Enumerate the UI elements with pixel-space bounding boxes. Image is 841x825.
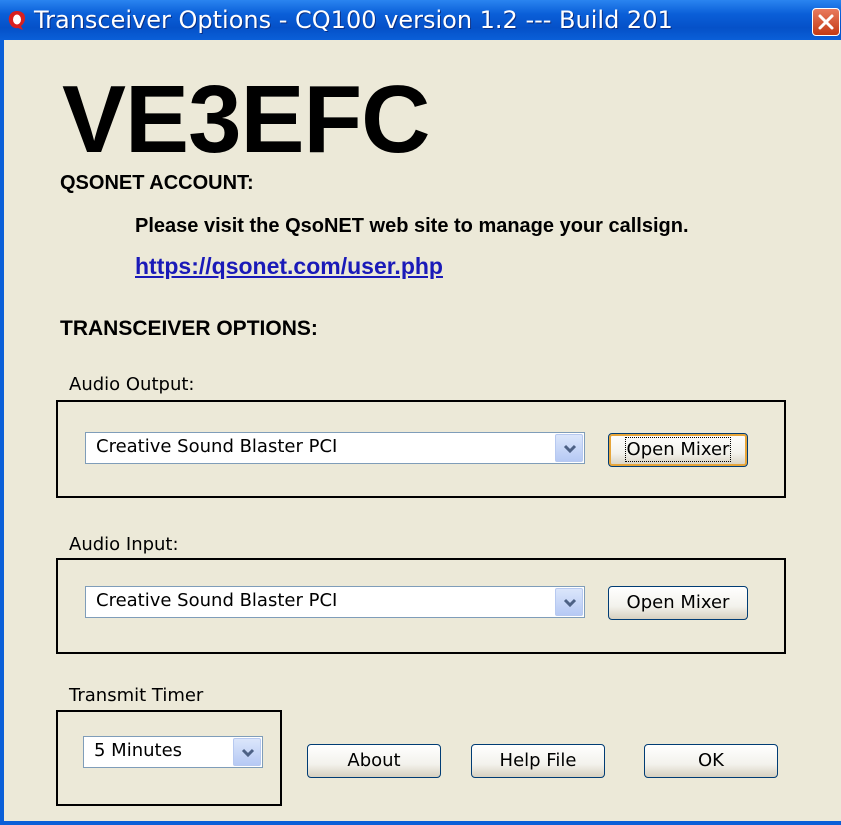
transmit-timer-label: Transmit Timer — [69, 685, 204, 706]
dialog-window: Transceiver Options - CQ100 version 1.2 … — [0, 0, 841, 825]
transceiver-heading: TRANSCEIVER OPTIONS: — [60, 317, 318, 340]
qsonet-heading: QSONET ACCOUNT: — [60, 172, 254, 194]
audio-output-open-mixer-button[interactable]: Open Mixer — [608, 433, 748, 467]
audio-input-dropdown-button[interactable] — [555, 588, 583, 616]
audio-output-label: Audio Output: — [69, 374, 195, 395]
help-file-button[interactable]: Help File — [471, 744, 605, 778]
callsign: VE3EFC — [62, 66, 430, 173]
chevron-down-icon — [241, 748, 255, 758]
window-bottom-border — [0, 821, 841, 825]
audio-output-value: Creative Sound Blaster PCI — [96, 436, 338, 457]
transmit-timer-select[interactable]: 5 Minutes — [83, 736, 263, 768]
chevron-down-icon — [563, 444, 577, 454]
title-bar[interactable]: Transceiver Options - CQ100 version 1.2 … — [0, 0, 841, 40]
dialog-body: VE3EFC QSONET ACCOUNT: Please visit the … — [4, 40, 841, 821]
qsonet-link[interactable]: https://qsonet.com/user.php — [135, 253, 443, 280]
audio-input-group: Creative Sound Blaster PCI Open Mixer — [56, 558, 786, 654]
transmit-timer-dropdown-button[interactable] — [233, 738, 261, 766]
qsonet-message: Please visit the QsoNET web site to mana… — [135, 215, 689, 237]
chevron-down-icon — [563, 598, 577, 608]
ok-button[interactable]: OK — [644, 744, 778, 778]
transmit-timer-group: 5 Minutes — [56, 710, 282, 806]
audio-output-dropdown-button[interactable] — [555, 434, 583, 462]
window-title: Transceiver Options - CQ100 version 1.2 … — [34, 6, 673, 34]
about-button[interactable]: About — [307, 744, 441, 778]
audio-output-select[interactable]: Creative Sound Blaster PCI — [85, 432, 585, 464]
close-button[interactable] — [812, 8, 840, 36]
audio-input-select[interactable]: Creative Sound Blaster PCI — [85, 586, 585, 618]
transmit-timer-value: 5 Minutes — [94, 740, 183, 761]
audio-input-value: Creative Sound Blaster PCI — [96, 590, 338, 611]
close-icon — [818, 14, 834, 30]
audio-output-group: Creative Sound Blaster PCI Open Mixer — [56, 400, 786, 498]
cq-logo-icon — [8, 11, 25, 30]
audio-input-label: Audio Input: — [69, 534, 179, 555]
audio-input-open-mixer-button[interactable]: Open Mixer — [608, 586, 748, 620]
